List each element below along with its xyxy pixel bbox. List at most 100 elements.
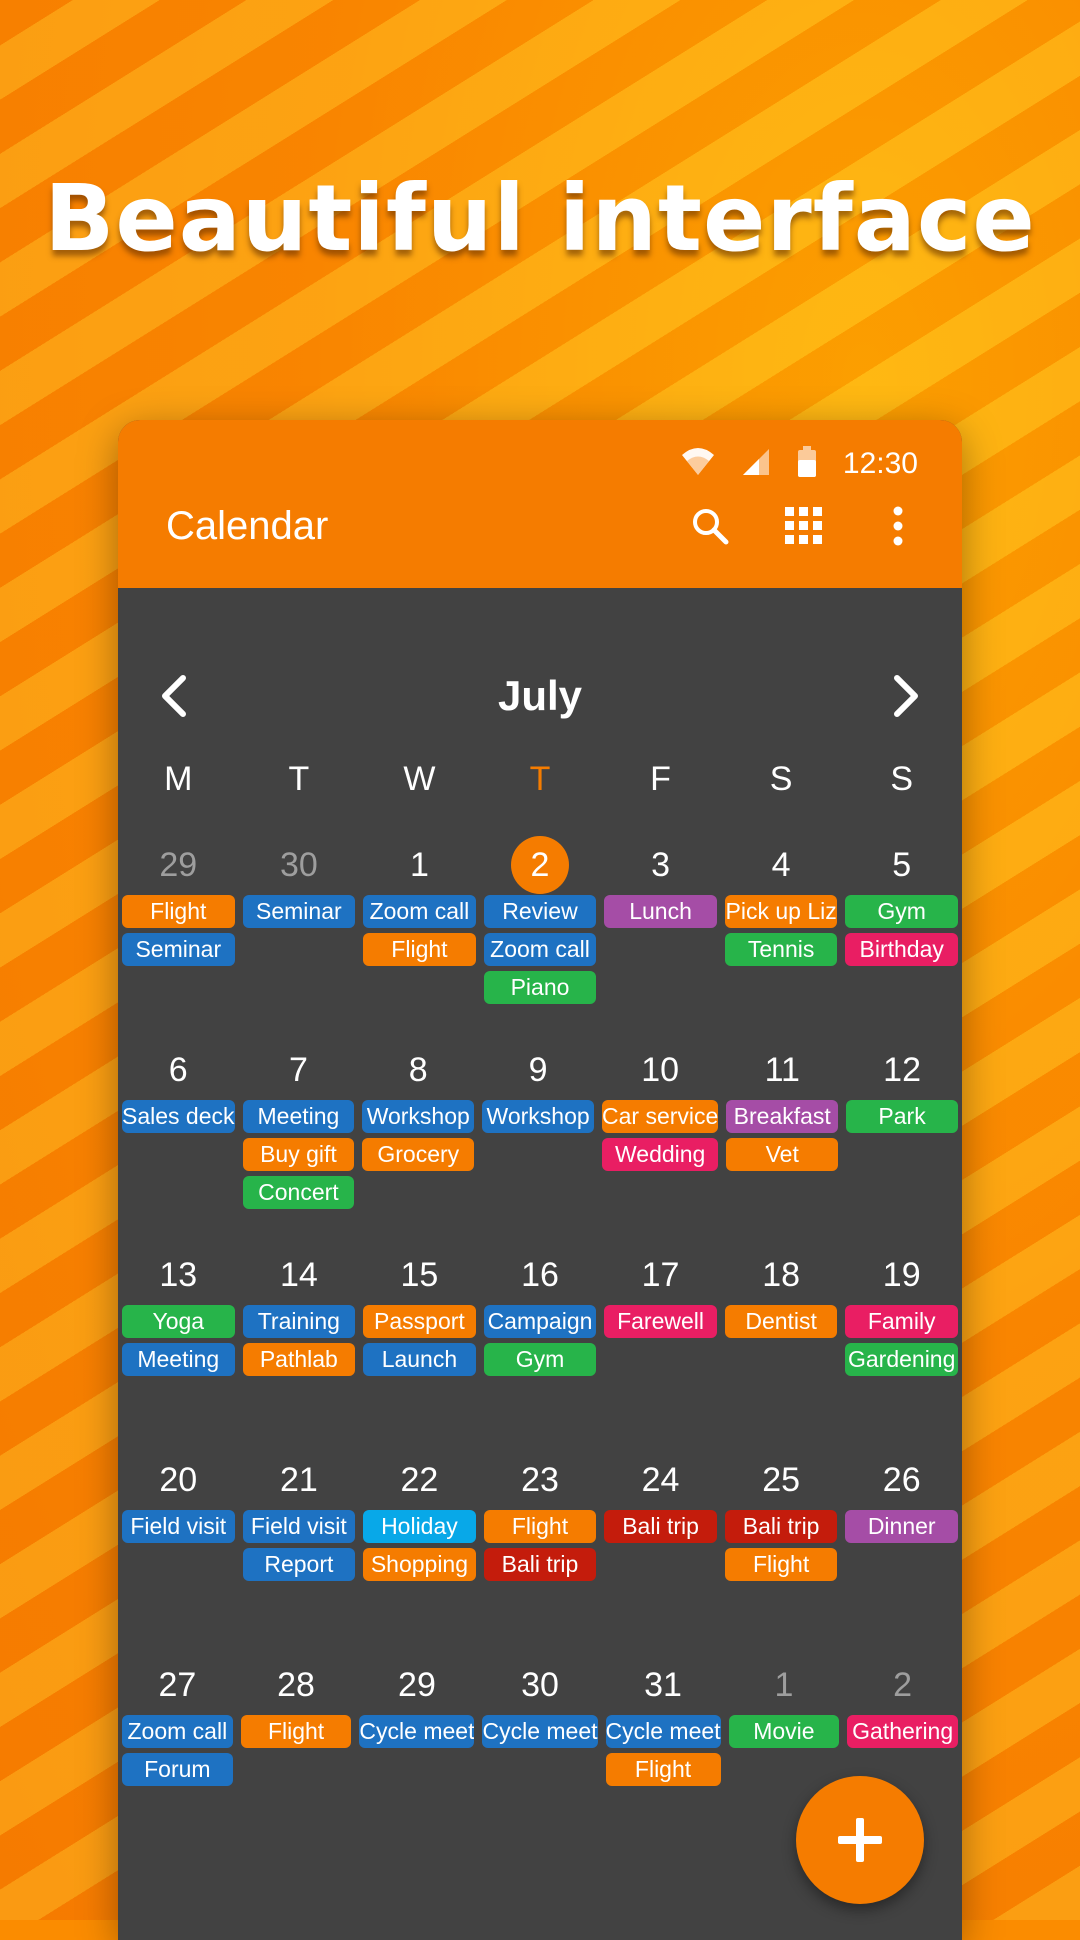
day-cell[interactable]: 22 Holiday Shopping: [359, 1453, 480, 1658]
day-cell[interactable]: 27 Zoom call Forum: [118, 1658, 237, 1863]
day-cell[interactable]: 5 Gym Birthday: [841, 838, 962, 1043]
event-chip[interactable]: Workshop: [362, 1100, 475, 1133]
event-chip[interactable]: Pick up Liz: [724, 895, 838, 928]
day-number: 5: [843, 838, 960, 892]
event-chip[interactable]: Pathlab: [242, 1343, 356, 1376]
event-chip[interactable]: Seminar: [242, 895, 356, 928]
event-chip[interactable]: Gym: [845, 895, 958, 928]
event-chip[interactable]: Park: [846, 1100, 958, 1133]
event-chip[interactable]: Forum: [122, 1753, 233, 1786]
event-chip[interactable]: Flight: [363, 933, 476, 966]
day-cell[interactable]: 16 Campaign Gym: [480, 1248, 601, 1453]
event-chip[interactable]: Flight: [605, 1753, 721, 1786]
event-chip[interactable]: Campaign: [483, 1305, 597, 1338]
event-chip[interactable]: Dinner: [845, 1510, 958, 1543]
event-chip[interactable]: Farewell: [604, 1305, 717, 1338]
event-chip[interactable]: Flight: [240, 1715, 352, 1748]
day-cell[interactable]: 15 Passport Launch: [359, 1248, 480, 1453]
event-chip[interactable]: Bali trip: [604, 1510, 717, 1543]
event-chip[interactable]: Holiday: [363, 1510, 476, 1543]
day-cell[interactable]: 20 Field visit: [118, 1453, 239, 1658]
more-vert-icon[interactable]: [874, 502, 922, 550]
event-chip[interactable]: Birthday: [845, 933, 958, 966]
day-cell[interactable]: 21 Field visit Report: [239, 1453, 360, 1658]
event-chip[interactable]: Launch: [363, 1343, 476, 1376]
event-chip[interactable]: Review: [483, 895, 597, 928]
event-chip[interactable]: Movie: [728, 1715, 840, 1748]
event-chip[interactable]: Bali trip: [483, 1548, 597, 1581]
day-cell[interactable]: 23 Flight Bali trip: [480, 1453, 601, 1658]
event-chip[interactable]: Yoga: [122, 1305, 235, 1338]
event-chip[interactable]: Gardening: [845, 1343, 958, 1376]
event-chip[interactable]: Grocery: [362, 1138, 475, 1171]
event-chip[interactable]: Vet: [726, 1138, 839, 1171]
day-cell[interactable]: 3 Lunch: [600, 838, 721, 1043]
day-cell[interactable]: 1 Zoom call Flight: [359, 838, 480, 1043]
day-cell[interactable]: 12 Park: [842, 1043, 962, 1248]
day-cell[interactable]: 8 Workshop Grocery: [358, 1043, 478, 1248]
day-cell[interactable]: 29 Cycle meet: [355, 1658, 478, 1863]
event-chip[interactable]: Cycle meet: [482, 1715, 598, 1748]
event-chip[interactable]: Concert: [242, 1176, 355, 1209]
event-chip[interactable]: Breakfast: [726, 1100, 839, 1133]
day-cell[interactable]: 30 Seminar: [239, 838, 360, 1043]
day-cell[interactable]: 26 Dinner: [841, 1453, 962, 1658]
day-cell[interactable]: 14 Training Pathlab: [239, 1248, 360, 1453]
day-cell[interactable]: 11 Breakfast Vet: [722, 1043, 842, 1248]
day-cell[interactable]: 31 Cycle meet Flight: [602, 1658, 725, 1863]
add-event-button[interactable]: [796, 1776, 924, 1904]
event-chip[interactable]: Bali trip: [724, 1510, 838, 1543]
day-cell[interactable]: 6 Sales deck: [118, 1043, 239, 1248]
event-chip[interactable]: Zoom call: [122, 1715, 233, 1748]
event-chip[interactable]: Tennis: [724, 933, 838, 966]
event-chip[interactable]: Car service: [602, 1100, 719, 1133]
event-chip[interactable]: Seminar: [122, 933, 235, 966]
day-cell[interactable]: 24 Bali trip: [600, 1453, 721, 1658]
day-cell[interactable]: 30 Cycle meet: [478, 1658, 601, 1863]
search-icon[interactable]: [686, 502, 734, 550]
event-chip[interactable]: Dentist: [724, 1305, 838, 1338]
event-chip[interactable]: Field visit: [122, 1510, 235, 1543]
day-number-text: 10: [641, 1051, 680, 1089]
event-chip[interactable]: Zoom call: [483, 933, 597, 966]
day-cell[interactable]: 28 Flight: [237, 1658, 356, 1863]
day-cell[interactable]: 19 Family Gardening: [841, 1248, 962, 1453]
day-number: 19: [843, 1248, 960, 1302]
event-chip[interactable]: Wedding: [602, 1138, 719, 1171]
day-number: 3: [602, 838, 719, 892]
day-cell[interactable]: 18 Dentist: [721, 1248, 842, 1453]
day-cell[interactable]: 2 Review Zoom call Piano: [480, 836, 601, 1043]
event-chip[interactable]: Buy gift: [242, 1138, 355, 1171]
day-cell[interactable]: 4 Pick up Liz Tennis: [721, 838, 842, 1043]
event-chip[interactable]: Field visit: [242, 1510, 356, 1543]
event-chip[interactable]: Flight: [724, 1548, 838, 1581]
event-chip[interactable]: Report: [242, 1548, 356, 1581]
day-cell[interactable]: 25 Bali trip Flight: [721, 1453, 842, 1658]
event-chip[interactable]: Meeting: [242, 1100, 355, 1133]
event-chip[interactable]: Cycle meet: [605, 1715, 721, 1748]
event-chip[interactable]: Piano: [483, 971, 597, 1004]
day-cell[interactable]: 9 Workshop: [478, 1043, 598, 1248]
event-chip[interactable]: Flight: [122, 895, 235, 928]
day-number: 27: [120, 1658, 235, 1712]
event-chip[interactable]: Lunch: [604, 895, 717, 928]
event-chip[interactable]: Zoom call: [363, 895, 476, 928]
event-chip[interactable]: Shopping: [363, 1548, 476, 1581]
event-chip[interactable]: Training: [242, 1305, 356, 1338]
day-cell[interactable]: 10 Car service Wedding: [598, 1043, 722, 1248]
event-chip[interactable]: Passport: [363, 1305, 476, 1338]
day-cell[interactable]: 29 Flight Seminar: [118, 838, 239, 1043]
day-cell[interactable]: 13 Yoga Meeting: [118, 1248, 239, 1453]
event-chip[interactable]: Gym: [483, 1343, 597, 1376]
event-chip[interactable]: Cycle meet: [359, 1715, 475, 1748]
event-chip[interactable]: Family: [845, 1305, 958, 1338]
event-chip[interactable]: Meeting: [122, 1343, 235, 1376]
next-month-button[interactable]: [876, 666, 936, 726]
day-cell[interactable]: 7 Meeting Buy gift Concert: [239, 1043, 359, 1248]
event-chip[interactable]: Gathering: [847, 1715, 958, 1748]
event-chip[interactable]: Flight: [483, 1510, 597, 1543]
event-chip[interactable]: Workshop: [482, 1100, 595, 1133]
grid-icon[interactable]: [780, 502, 828, 550]
day-cell[interactable]: 17 Farewell: [600, 1248, 721, 1453]
event-chip[interactable]: Sales deck: [122, 1100, 235, 1133]
